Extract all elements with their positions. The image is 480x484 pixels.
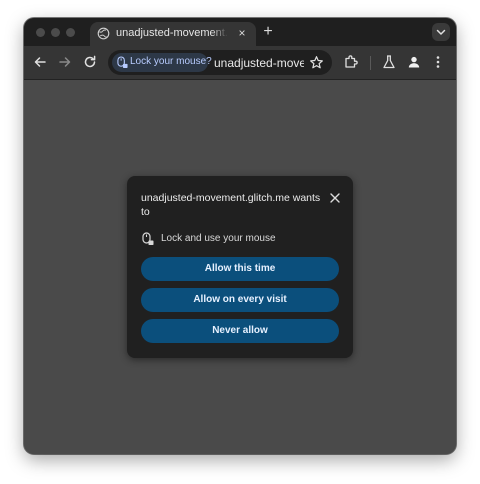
dialog-title: unadjusted-movement.glitch.me wants to xyxy=(141,192,321,218)
flask-icon[interactable] xyxy=(381,54,397,70)
tab-title: unadjusted-movement.glitch.me xyxy=(116,27,228,39)
star-icon[interactable] xyxy=(309,55,324,70)
permission-dialog: unadjusted-movement.glitch.me wants to L… xyxy=(127,176,353,358)
kebab-menu-icon[interactable] xyxy=(430,54,446,70)
allow-this-time-button[interactable]: Allow this time xyxy=(141,257,339,281)
never-allow-button[interactable]: Never allow xyxy=(141,319,339,343)
arrow-left-icon[interactable] xyxy=(32,54,48,70)
zoom-window-button[interactable] xyxy=(66,28,75,37)
minimize-window-button[interactable] xyxy=(51,28,60,37)
reload-icon[interactable] xyxy=(82,54,98,70)
chevron-down-icon xyxy=(436,29,446,35)
close-window-button[interactable] xyxy=(36,28,45,37)
browser-window: unadjusted-movement.glitch.me × + xyxy=(24,18,456,454)
allow-every-visit-button[interactable]: Allow on every visit xyxy=(141,288,339,312)
tab-search-button[interactable] xyxy=(432,23,450,41)
arrow-right-icon[interactable] xyxy=(57,54,73,70)
active-tab[interactable]: unadjusted-movement.glitch.me × xyxy=(90,22,256,46)
close-icon[interactable] xyxy=(329,192,341,204)
mouse-icon xyxy=(142,232,154,245)
permission-label: Lock and use your mouse xyxy=(161,233,276,244)
profile-icon[interactable] xyxy=(406,54,422,70)
new-tab-button[interactable]: + xyxy=(260,24,276,40)
permission-chip[interactable]: Lock your mouse? xyxy=(112,53,212,72)
toolbar-divider xyxy=(370,56,371,70)
url-text[interactable]: unadjusted-movement.glitch.me xyxy=(214,56,304,70)
permission-chip-label: Lock your mouse? xyxy=(130,56,212,67)
mouse-lock-icon xyxy=(117,56,128,68)
tab-strip: unadjusted-movement.glitch.me × + xyxy=(24,18,456,46)
toolbar: Lock your mouse? unadjusted-movement.gli… xyxy=(24,46,456,80)
globe-icon xyxy=(97,27,110,40)
puzzle-icon[interactable] xyxy=(343,54,359,70)
tab-close-button[interactable]: × xyxy=(235,26,249,40)
address-bar[interactable]: Lock your mouse? unadjusted-movement.gli… xyxy=(108,50,332,75)
